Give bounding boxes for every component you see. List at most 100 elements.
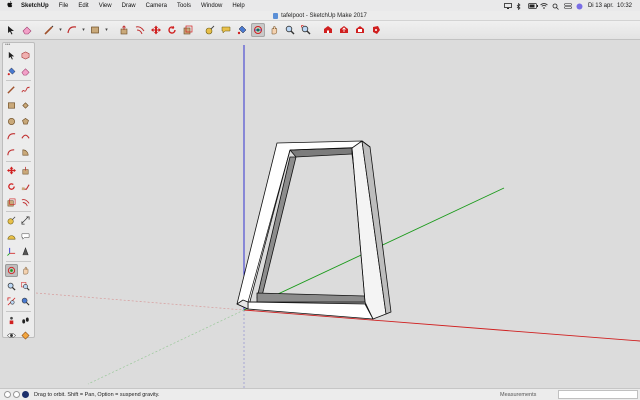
bluetooth-icon[interactable]: [516, 2, 523, 10]
zoom-extents-tool-icon[interactable]: [299, 23, 313, 37]
look-around-tool-icon[interactable]: [5, 329, 18, 342]
status-hint-text: Drag to orbit. Shift = Pan, Option = sus…: [34, 391, 160, 398]
arc-tool-icon[interactable]: [65, 23, 79, 37]
menu-edit[interactable]: Edit: [73, 3, 93, 9]
paint-bucket-tool-icon[interactable]: [235, 23, 249, 37]
eraser-tool-icon[interactable]: [19, 65, 32, 78]
zoom-extents-tool-icon[interactable]: [5, 295, 18, 308]
shape-tool-dropdown-icon[interactable]: ▾: [104, 27, 109, 33]
protractor-tool-icon[interactable]: [5, 230, 18, 243]
zoom-window-tool-icon[interactable]: [19, 280, 32, 293]
circle-tool-icon[interactable]: [5, 115, 18, 128]
model-scene[interactable]: [35, 41, 640, 388]
menubar-clock[interactable]: Di 13 apr. 10:32: [588, 3, 632, 9]
push-pull-tool-icon[interactable]: [117, 23, 131, 37]
menu-tools[interactable]: Tools: [172, 3, 196, 9]
pan-tool-icon[interactable]: [19, 264, 32, 277]
orbit-tool-icon[interactable]: [5, 264, 19, 278]
follow-me-tool-icon[interactable]: [19, 180, 32, 193]
dimension-tool-icon[interactable]: [19, 214, 32, 227]
control-center-icon[interactable]: [564, 2, 572, 9]
zoom-tool-icon[interactable]: [283, 23, 297, 37]
red-axis-line: [243, 309, 640, 342]
left-post-front-face: [236, 140, 371, 310]
geolocation-icon[interactable]: [4, 391, 11, 398]
select-tool-icon[interactable]: [4, 23, 18, 37]
arc-tool-dropdown-icon[interactable]: ▾: [81, 27, 86, 33]
three-point-arc-tool-icon[interactable]: [5, 146, 18, 159]
status-area: Di 13 apr. 10:32: [504, 2, 640, 10]
tape-measure-tool-icon[interactable]: [5, 214, 18, 227]
eraser-tool-icon[interactable]: [20, 23, 34, 37]
select-tool-icon[interactable]: [5, 49, 18, 62]
menu-help[interactable]: Help: [227, 3, 249, 9]
move-tool-icon[interactable]: [5, 164, 18, 177]
pie-tool-icon[interactable]: [19, 146, 32, 159]
large-tool-set-palette: •••: [2, 42, 35, 340]
scale-tool-icon[interactable]: [181, 23, 195, 37]
section-plane-tool-icon[interactable]: [19, 329, 32, 342]
pan-tool-icon[interactable]: [267, 23, 281, 37]
orbit-tool-icon[interactable]: [251, 23, 265, 37]
credits-icon[interactable]: [13, 391, 20, 398]
position-camera-tool-icon[interactable]: [5, 314, 18, 327]
modeling-viewport[interactable]: [35, 41, 640, 388]
text-tool-icon[interactable]: [19, 230, 32, 243]
move-tool-icon[interactable]: [149, 23, 163, 37]
offset-tool-icon[interactable]: [19, 196, 32, 209]
previous-view-tool-icon[interactable]: [19, 295, 32, 308]
line-tool-icon[interactable]: [42, 23, 56, 37]
polygon-tool-icon[interactable]: [19, 115, 32, 128]
measurements-input[interactable]: [558, 390, 638, 399]
battery-icon[interactable]: [528, 2, 538, 9]
menu-view[interactable]: View: [94, 3, 117, 9]
green-axis-hidden-line: [87, 309, 245, 385]
bottom-rail-front-face: [247, 301, 374, 320]
spotlight-search-icon[interactable]: [552, 3, 559, 10]
3d-warehouse-icon[interactable]: [321, 23, 335, 37]
menu-draw[interactable]: Draw: [117, 3, 141, 9]
two-point-arc-tool-icon[interactable]: [19, 130, 32, 143]
extension-warehouse-icon[interactable]: [369, 23, 383, 37]
document-icon: [273, 12, 279, 19]
rectangle-tool-icon[interactable]: [5, 99, 18, 112]
info-icon[interactable]: [22, 391, 29, 398]
siri-icon[interactable]: [576, 3, 583, 9]
freehand-tool-icon[interactable]: [19, 83, 32, 96]
rotated-rectangle-tool-icon[interactable]: [19, 99, 32, 112]
macos-menu-bar: SketchUp File Edit View Draw Camera Tool…: [0, 0, 640, 11]
axes-tool-icon[interactable]: [5, 245, 18, 258]
zoom-tool-icon[interactable]: [5, 280, 18, 293]
display-icon[interactable]: [504, 2, 512, 9]
line-tool-icon[interactable]: [5, 83, 18, 96]
share-model-icon[interactable]: [337, 23, 351, 37]
push-pull-tool-icon[interactable]: [19, 164, 32, 177]
offset-tool-icon[interactable]: [133, 23, 147, 37]
rotate-tool-icon[interactable]: [165, 23, 179, 37]
make-component-tool-icon[interactable]: [19, 49, 32, 62]
scale-tool-icon[interactable]: [5, 196, 18, 209]
apple-menu-icon[interactable]: [4, 1, 16, 10]
rectangle-tool-icon[interactable]: [88, 23, 102, 37]
share-component-icon[interactable]: [353, 23, 367, 37]
walk-tool-icon[interactable]: [19, 314, 32, 327]
3d-text-tool-icon[interactable]: [19, 245, 32, 258]
menu-file[interactable]: File: [54, 3, 74, 9]
paint-bucket-tool-icon[interactable]: [5, 65, 18, 78]
window-title-bar: tafelpoot - SketchUp Make 2017: [0, 11, 640, 21]
text-tool-icon[interactable]: [219, 23, 233, 37]
arc-tool-icon[interactable]: [5, 130, 18, 143]
line-tool-dropdown-icon[interactable]: ▾: [58, 27, 63, 33]
measurements-label: Measurements: [500, 391, 537, 398]
rotate-tool-icon[interactable]: [5, 180, 18, 193]
wifi-icon[interactable]: [540, 2, 548, 9]
window-title: tafelpoot - SketchUp Make 2017: [281, 12, 367, 19]
table-leg-model[interactable]: [236, 140, 392, 320]
menu-camera[interactable]: Camera: [141, 3, 172, 9]
status-bar: Drag to orbit. Shift = Pan, Option = sus…: [0, 388, 640, 400]
main-toolbar: ▾ ▾ ▾: [0, 21, 640, 40]
tape-measure-tool-icon[interactable]: [203, 23, 217, 37]
menu-sketchup[interactable]: SketchUp: [16, 3, 54, 9]
menu-window[interactable]: Window: [196, 3, 227, 9]
red-axis-hidden-line: [35, 292, 245, 311]
